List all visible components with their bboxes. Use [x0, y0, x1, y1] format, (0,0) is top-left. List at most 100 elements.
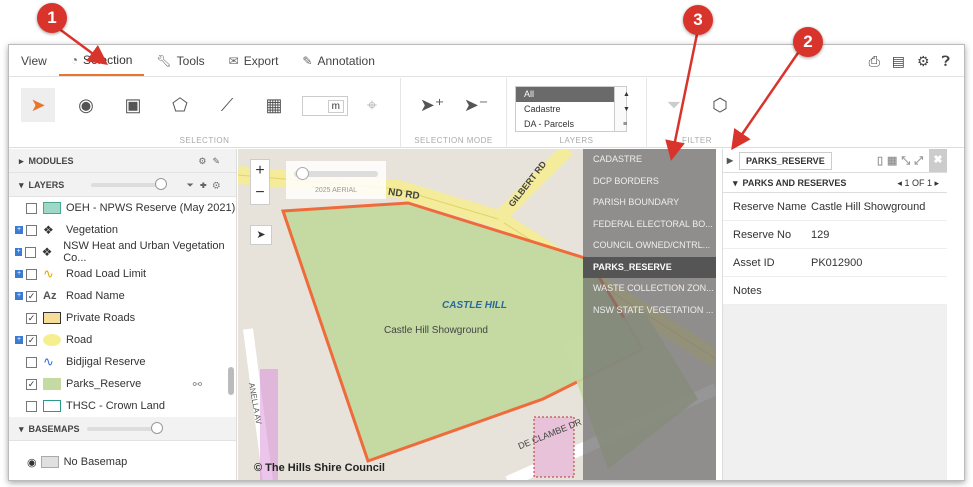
- tab-view[interactable]: View: [9, 45, 59, 76]
- layer-checkbox[interactable]: [26, 268, 37, 280]
- expand-icon[interactable]: +: [15, 248, 23, 256]
- add-selection-icon[interactable]: ➤⁺: [415, 88, 449, 122]
- list-scrollbar[interactable]: ▲ ▼ ≡: [614, 87, 630, 131]
- layer-select-icon[interactable]: ▦: [257, 88, 291, 122]
- layer-option[interactable]: NSW STATE VEGETATION ...: [583, 300, 716, 322]
- layer-checkbox[interactable]: [26, 400, 37, 412]
- layer-item[interactable]: + ✓ Road: [9, 329, 236, 351]
- radio-button[interactable]: ◉: [27, 456, 37, 469]
- zoom-control: + −: [250, 159, 270, 205]
- rectangle-select-icon[interactable]: ▣: [116, 88, 150, 122]
- layer-checkbox[interactable]: ✓: [26, 290, 37, 302]
- attr-value: PK012900: [811, 256, 863, 269]
- gear-icon[interactable]: ⚙✎: [198, 149, 226, 173]
- crosshair-icon[interactable]: ⌖: [355, 88, 389, 122]
- expand-icon[interactable]: +: [15, 336, 23, 344]
- layer-item[interactable]: + ❖ NSW Heat and Urban Vegetation Co...: [9, 240, 236, 264]
- line-select-icon[interactable]: ⟋: [210, 88, 244, 122]
- layer-option-active[interactable]: PARKS_RESERVE: [583, 256, 716, 278]
- zoom-out-button[interactable]: −: [251, 182, 269, 204]
- layer-option[interactable]: DCP BORDERS: [583, 171, 716, 193]
- pointer-select-icon[interactable]: ➤: [21, 88, 55, 122]
- expand-icon[interactable]: +: [15, 226, 23, 234]
- suburb-label: CASTLE HILL: [442, 300, 507, 311]
- layer-item[interactable]: + ❖ Vegetation: [9, 219, 236, 241]
- basemap-option[interactable]: ◉ No Basemap: [9, 451, 236, 473]
- polygon-select-icon[interactable]: ⬠: [163, 88, 197, 122]
- expand-icon[interactable]: +: [15, 270, 23, 278]
- tab-export[interactable]: ✉ Export: [217, 45, 291, 76]
- layer-checkbox[interactable]: ✓: [26, 334, 37, 346]
- layer-checkbox[interactable]: [26, 356, 37, 368]
- filter-icon[interactable]: ⏷✚⚙: [187, 173, 226, 197]
- slider-knob[interactable]: [155, 178, 167, 190]
- layer-item[interactable]: ∿ Bidjigal Reserve: [9, 351, 236, 373]
- layer-opacity-slider[interactable]: [91, 178, 167, 190]
- top-toolbar: ⎙ ▤ ⚙ ❓︎: [869, 45, 950, 77]
- buffer-distance-input[interactable]: m: [302, 96, 348, 116]
- aerial-slider[interactable]: [294, 167, 378, 180]
- link-icon[interactable]: ⚯: [193, 378, 202, 391]
- layer-checkbox[interactable]: [26, 202, 37, 214]
- identify-layer-list: CADASTRE DCP BORDERS PARISH BOUNDARY FED…: [583, 149, 716, 480]
- modules-header[interactable]: ▸ MODULES ⚙✎: [9, 149, 236, 173]
- tab-tools[interactable]: 🔧︎ Tools: [144, 45, 216, 76]
- callout-badge: 3: [683, 5, 713, 35]
- list-item[interactable]: Cadastre: [516, 102, 626, 117]
- remove-selection-icon[interactable]: ➤⁻: [459, 88, 493, 122]
- gear-icon[interactable]: ⚙: [917, 53, 930, 70]
- basemap-opacity-slider[interactable]: [87, 422, 163, 434]
- layer-option[interactable]: WASTE COLLECTION ZON...: [583, 278, 716, 300]
- zoom-in-button[interactable]: +: [251, 160, 269, 182]
- filter-shape-icon[interactable]: ⬡: [703, 88, 737, 122]
- layers-header[interactable]: ▾ LAYERS ⏷✚⚙: [9, 173, 236, 197]
- pager[interactable]: ◂ 1 OF 1 ▸: [897, 173, 939, 193]
- layer-swatch: [43, 312, 61, 324]
- layer-option[interactable]: COUNCIL OWNED/CNTRL...: [583, 235, 716, 257]
- layer-select-list[interactable]: All Cadastre DA - Parcels ▲ ▼ ≡: [515, 86, 630, 132]
- layer-checkbox[interactable]: ✓: [26, 378, 37, 390]
- expand-icon[interactable]: +: [15, 292, 23, 300]
- slider-knob[interactable]: [151, 422, 163, 434]
- results-section-header[interactable]: ▾ PARKS AND RESERVES ◂ 1 OF 1 ▸: [723, 173, 947, 193]
- layer-item[interactable]: THSC - Crown Land: [9, 395, 236, 417]
- close-icon[interactable]: ✖: [929, 149, 947, 172]
- map-canvas[interactable]: + − 2025 AERIAL ➤ ND RD GILBERT RD ANELL…: [238, 149, 716, 480]
- layer-option[interactable]: FEDERAL ELECTORAL BO...: [583, 214, 716, 236]
- clipboard-icon[interactable]: ▤: [892, 53, 905, 70]
- help-icon[interactable]: ❓︎: [942, 53, 950, 70]
- layer-checkbox[interactable]: ✓: [26, 312, 37, 324]
- tab-selection[interactable]: ◔ Selection: [58, 45, 145, 76]
- list-item[interactable]: All: [516, 87, 626, 102]
- ribbon: ➤ ◉ ▣ ⬠ ⟋ ▦ m ⌖ SELECTION ➤⁺ ➤⁻ SELECTIO…: [9, 78, 964, 148]
- callout-badge: 2: [793, 27, 823, 57]
- attr-value: 129: [811, 228, 830, 241]
- results-tools-icon[interactable]: ▯▦⤡⤢: [877, 154, 927, 168]
- circle-select-icon[interactable]: ◉: [69, 88, 103, 122]
- table-row: Reserve Name Castle Hill Showground: [723, 193, 947, 221]
- layer-checkbox[interactable]: [25, 246, 36, 258]
- layers-stack-icon: ❖: [41, 245, 53, 259]
- expand-arrow-icon[interactable]: ▶: [723, 156, 737, 165]
- layer-checkbox[interactable]: [26, 224, 37, 236]
- layer-item[interactable]: + ✓ Az Road Name: [9, 285, 236, 307]
- select-tool-button[interactable]: ➤: [250, 225, 272, 245]
- slider-knob[interactable]: [296, 167, 309, 180]
- filter-icon[interactable]: ⏷: [657, 88, 691, 122]
- layer-option[interactable]: CADASTRE: [583, 149, 716, 171]
- print-icon[interactable]: ⎙: [869, 53, 880, 70]
- layer-item[interactable]: + ∿ Road Load Limit: [9, 263, 236, 285]
- scrollbar-thumb[interactable]: [228, 367, 234, 395]
- tab-label: Annotation: [317, 53, 375, 68]
- layer-list-scrollbar[interactable]: [227, 199, 235, 411]
- tab-label: Tools: [176, 53, 205, 68]
- list-item[interactable]: DA - Parcels: [516, 117, 626, 132]
- tab-annotation[interactable]: ✎ Annotation: [290, 45, 386, 76]
- layer-item[interactable]: ✓ Parks_Reserve ⚯: [9, 373, 236, 395]
- basemaps-header[interactable]: ▾ BASEMAPS: [9, 417, 236, 441]
- layer-item[interactable]: ✓ Private Roads: [9, 307, 236, 329]
- layer-item[interactable]: OEH - NPWS Reserve (May 2021): [9, 197, 236, 219]
- results-layer-tab[interactable]: PARKS_RESERVE: [739, 151, 832, 170]
- ribbon-group-selection-mode: ➤⁺ ➤⁻ SELECTION MODE: [401, 78, 507, 148]
- layer-option[interactable]: PARISH BOUNDARY: [583, 192, 716, 214]
